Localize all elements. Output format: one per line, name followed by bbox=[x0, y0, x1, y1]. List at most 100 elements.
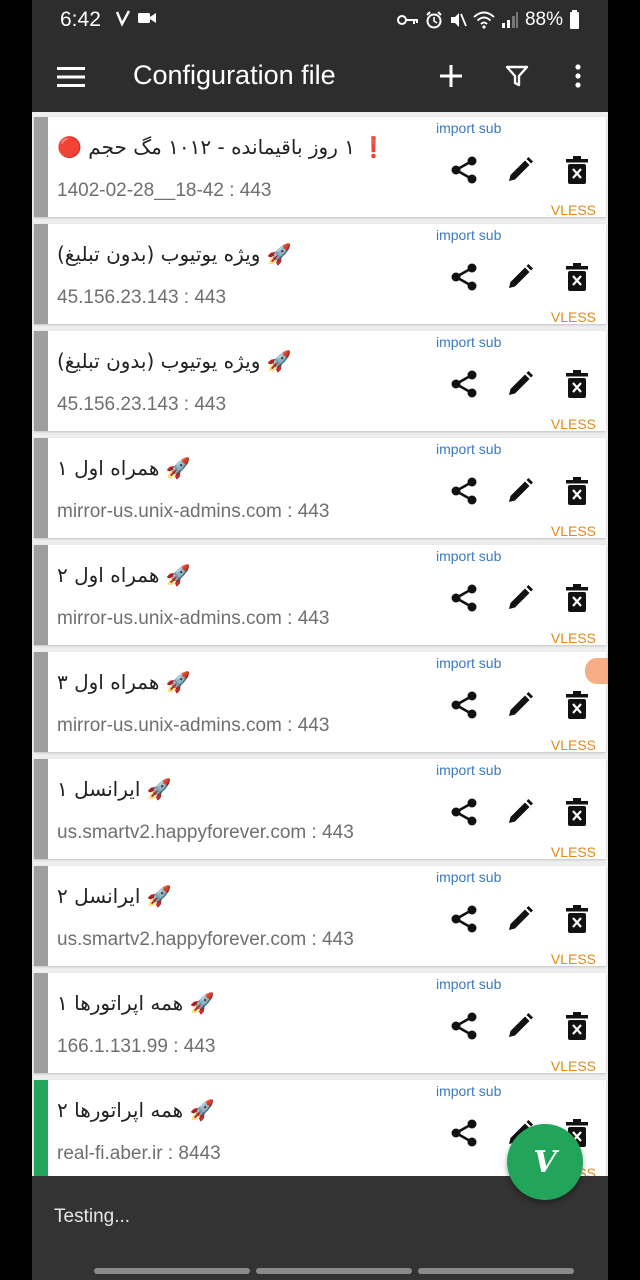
connect-fab[interactable]: V bbox=[507, 1124, 583, 1200]
config-item[interactable]: 🚀 همراه اول ۳ mirror-us.unix-admins.com :… bbox=[34, 652, 606, 753]
config-name: 🚀 ایرانسل ۱ bbox=[57, 777, 172, 801]
edit-button[interactable] bbox=[503, 476, 537, 510]
share-button[interactable] bbox=[447, 476, 481, 510]
share-icon bbox=[449, 583, 479, 618]
v-logo-icon: V bbox=[533, 1144, 557, 1180]
selection-indicator bbox=[34, 652, 48, 752]
config-name: 🚀 همه اپراتورها ۱ bbox=[57, 991, 215, 1015]
delete-icon bbox=[564, 904, 590, 939]
filter-icon bbox=[505, 65, 529, 87]
subscription-label: import sub bbox=[436, 976, 502, 992]
selection-indicator bbox=[34, 545, 48, 645]
status-left-icons bbox=[115, 9, 157, 27]
config-item[interactable]: 🚀 همراه اول ۱ mirror-us.unix-admins.com :… bbox=[34, 438, 606, 539]
protocol-type: VLESS bbox=[550, 1058, 596, 1074]
subscription-label: import sub bbox=[436, 548, 502, 564]
config-address: 45.156.23.143 : 443 bbox=[57, 287, 227, 308]
share-button[interactable] bbox=[447, 369, 481, 403]
share-button[interactable] bbox=[447, 1118, 481, 1152]
config-item[interactable]: 🚀 ویژه یوتیوب (بدون تبلیغ) 45.156.23.143 … bbox=[34, 224, 606, 325]
protocol-type: VLESS bbox=[550, 202, 596, 218]
config-item[interactable]: 🚀 ویژه یوتیوب (بدون تبلیغ) 45.156.23.143 … bbox=[34, 331, 606, 432]
status-time: 6:42 bbox=[60, 8, 101, 31]
delete-button[interactable] bbox=[560, 262, 594, 296]
share-button[interactable] bbox=[447, 262, 481, 296]
share-icon bbox=[449, 904, 479, 939]
edit-pencil-icon bbox=[506, 156, 534, 189]
delete-button[interactable] bbox=[560, 583, 594, 617]
delete-button[interactable] bbox=[560, 797, 594, 831]
config-address: real-fi.aber.ir : 8443 bbox=[57, 1143, 221, 1164]
share-icon bbox=[449, 476, 479, 511]
overflow-menu-button[interactable] bbox=[560, 58, 596, 94]
edit-pencil-icon bbox=[506, 905, 534, 938]
config-address: mirror-us.unix-admins.com : 443 bbox=[57, 501, 330, 522]
edit-pencil-icon bbox=[506, 263, 534, 296]
app-screen: 6:42 88% Configuration file ❗ ۱ روز باقی… bbox=[32, 0, 608, 1280]
selection-indicator bbox=[34, 224, 48, 324]
battery-icon bbox=[570, 10, 579, 29]
subscription-label: import sub bbox=[436, 227, 502, 243]
share-button[interactable] bbox=[447, 690, 481, 724]
selection-indicator bbox=[34, 117, 48, 217]
more-vert-icon bbox=[575, 64, 581, 88]
config-name: ❗ ۱ روز باقیمانده - ۱۰۱۲ مگ حجم 🔴 bbox=[57, 135, 387, 159]
share-icon bbox=[449, 690, 479, 725]
video-camera-icon bbox=[138, 13, 156, 23]
delete-button[interactable] bbox=[560, 155, 594, 189]
config-address: us.smartv2.happyforever.com : 443 bbox=[57, 822, 354, 843]
delete-button[interactable] bbox=[560, 1011, 594, 1045]
subscription-label: import sub bbox=[436, 1083, 502, 1099]
edit-pencil-icon bbox=[506, 691, 534, 724]
nav-gesture-pill-center bbox=[256, 1268, 412, 1274]
config-item[interactable]: ❗ ۱ روز باقیمانده - ۱۰۱۲ مگ حجم 🔴 1402-02… bbox=[34, 117, 606, 218]
share-button[interactable] bbox=[447, 155, 481, 189]
config-item[interactable]: 🚀 ایرانسل ۲ us.smartv2.happyforever.com :… bbox=[34, 866, 606, 967]
share-button[interactable] bbox=[447, 1011, 481, 1045]
edit-button[interactable] bbox=[503, 583, 537, 617]
selection-indicator bbox=[34, 438, 48, 538]
signal-icon bbox=[501, 12, 518, 28]
delete-button[interactable] bbox=[560, 369, 594, 403]
edit-button[interactable] bbox=[503, 904, 537, 938]
config-name: 🚀 ویژه یوتیوب (بدون تبلیغ) bbox=[57, 242, 292, 266]
protocol-type: VLESS bbox=[550, 844, 596, 860]
menu-button[interactable] bbox=[54, 60, 88, 94]
config-address: us.smartv2.happyforever.com : 443 bbox=[57, 929, 354, 950]
share-button[interactable] bbox=[447, 583, 481, 617]
protocol-type: VLESS bbox=[550, 309, 596, 325]
edit-button[interactable] bbox=[503, 369, 537, 403]
delete-button[interactable] bbox=[560, 476, 594, 510]
protocol-type: VLESS bbox=[550, 951, 596, 967]
config-name: 🚀 ایرانسل ۲ bbox=[57, 884, 172, 908]
config-address: 166.1.131.99 : 443 bbox=[57, 1036, 216, 1057]
share-icon bbox=[449, 1118, 479, 1153]
filter-button[interactable] bbox=[499, 58, 535, 94]
edit-button[interactable] bbox=[503, 1011, 537, 1045]
share-icon bbox=[449, 797, 479, 832]
share-icon bbox=[449, 262, 479, 297]
nav-gesture-pill-right bbox=[418, 1268, 574, 1274]
connection-status-text: Testing... bbox=[54, 1206, 131, 1227]
edit-button[interactable] bbox=[503, 690, 537, 724]
edit-pencil-icon bbox=[506, 1012, 534, 1045]
delete-button[interactable] bbox=[560, 904, 594, 938]
share-button[interactable] bbox=[447, 904, 481, 938]
hamburger-menu-icon bbox=[57, 67, 85, 87]
fast-scroll-handle[interactable] bbox=[585, 658, 608, 684]
selection-indicator bbox=[34, 973, 48, 1073]
subscription-label: import sub bbox=[436, 120, 502, 136]
v2ray-notification-icon bbox=[115, 10, 131, 27]
config-item[interactable]: 🚀 ایرانسل ۱ us.smartv2.happyforever.com :… bbox=[34, 759, 606, 860]
config-item[interactable]: 🚀 همه اپراتورها ۱ 166.1.131.99 : 443 impor… bbox=[34, 973, 606, 1074]
delete-icon bbox=[564, 1011, 590, 1046]
config-item[interactable]: 🚀 همراه اول ۲ mirror-us.unix-admins.com :… bbox=[34, 545, 606, 646]
share-button[interactable] bbox=[447, 797, 481, 831]
config-list[interactable]: ❗ ۱ روز باقیمانده - ۱۰۱۲ مگ حجم 🔴 1402-02… bbox=[32, 112, 608, 1176]
add-config-button[interactable] bbox=[433, 58, 469, 94]
edit-button[interactable] bbox=[503, 155, 537, 189]
edit-button[interactable] bbox=[503, 262, 537, 296]
edit-button[interactable] bbox=[503, 797, 537, 831]
delete-button[interactable] bbox=[560, 690, 594, 724]
delete-icon bbox=[564, 155, 590, 190]
